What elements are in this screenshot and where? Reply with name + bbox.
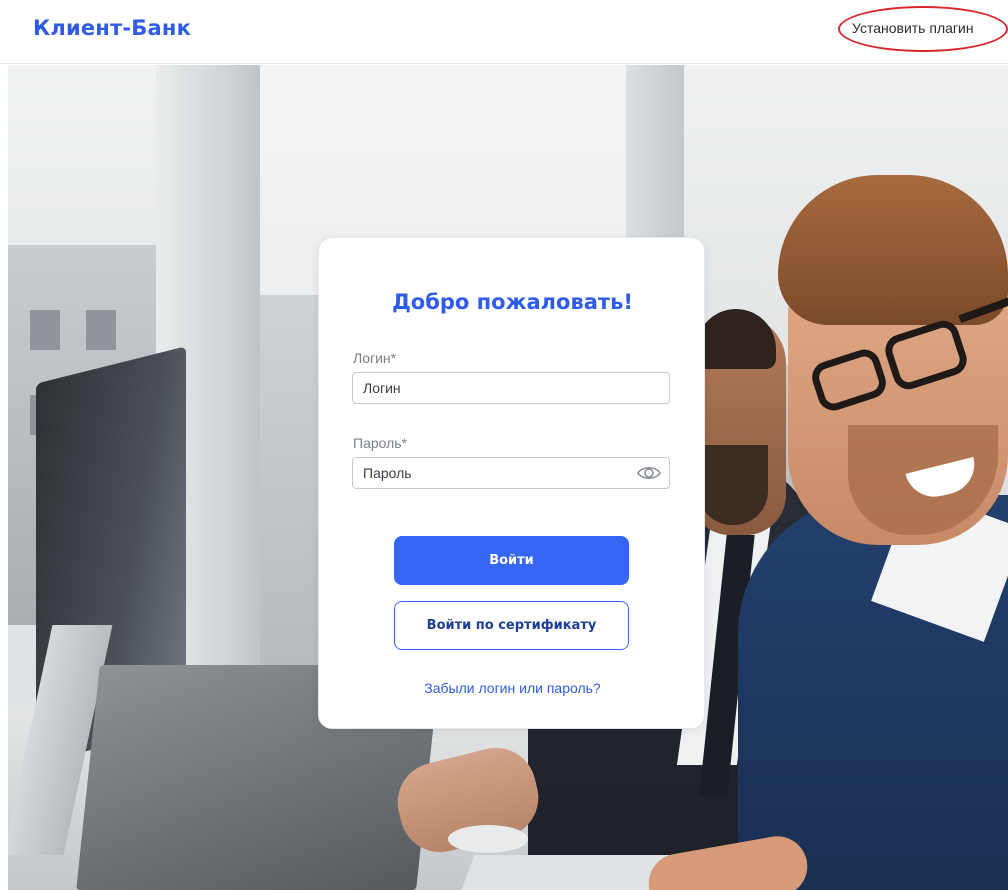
- forgot-credentials-link[interactable]: Забыли логин или пароль?: [319, 680, 706, 696]
- welcome-title: Добро пожаловать!: [392, 290, 633, 314]
- eye-icon[interactable]: [636, 463, 662, 483]
- password-label: Пароль*: [353, 435, 408, 451]
- password-input[interactable]: [352, 457, 670, 489]
- login-button[interactable]: Войти: [394, 536, 629, 585]
- login-label: Логин*: [353, 350, 397, 366]
- top-header: Клиент-Банк Установить плагин: [0, 0, 1008, 64]
- login-input[interactable]: [352, 372, 670, 404]
- computer-mouse: [448, 825, 528, 853]
- highlight-annotation-ring: [838, 6, 1008, 52]
- building-window: [86, 310, 116, 350]
- login-card: Добро пожаловать! Логин* Пароль* Войти В…: [318, 237, 705, 729]
- brand-logo-text[interactable]: Клиент-Банк: [33, 16, 191, 40]
- building-window: [30, 310, 60, 350]
- certificate-login-button[interactable]: Войти по сертификату: [394, 601, 629, 650]
- person-beard: [698, 445, 768, 525]
